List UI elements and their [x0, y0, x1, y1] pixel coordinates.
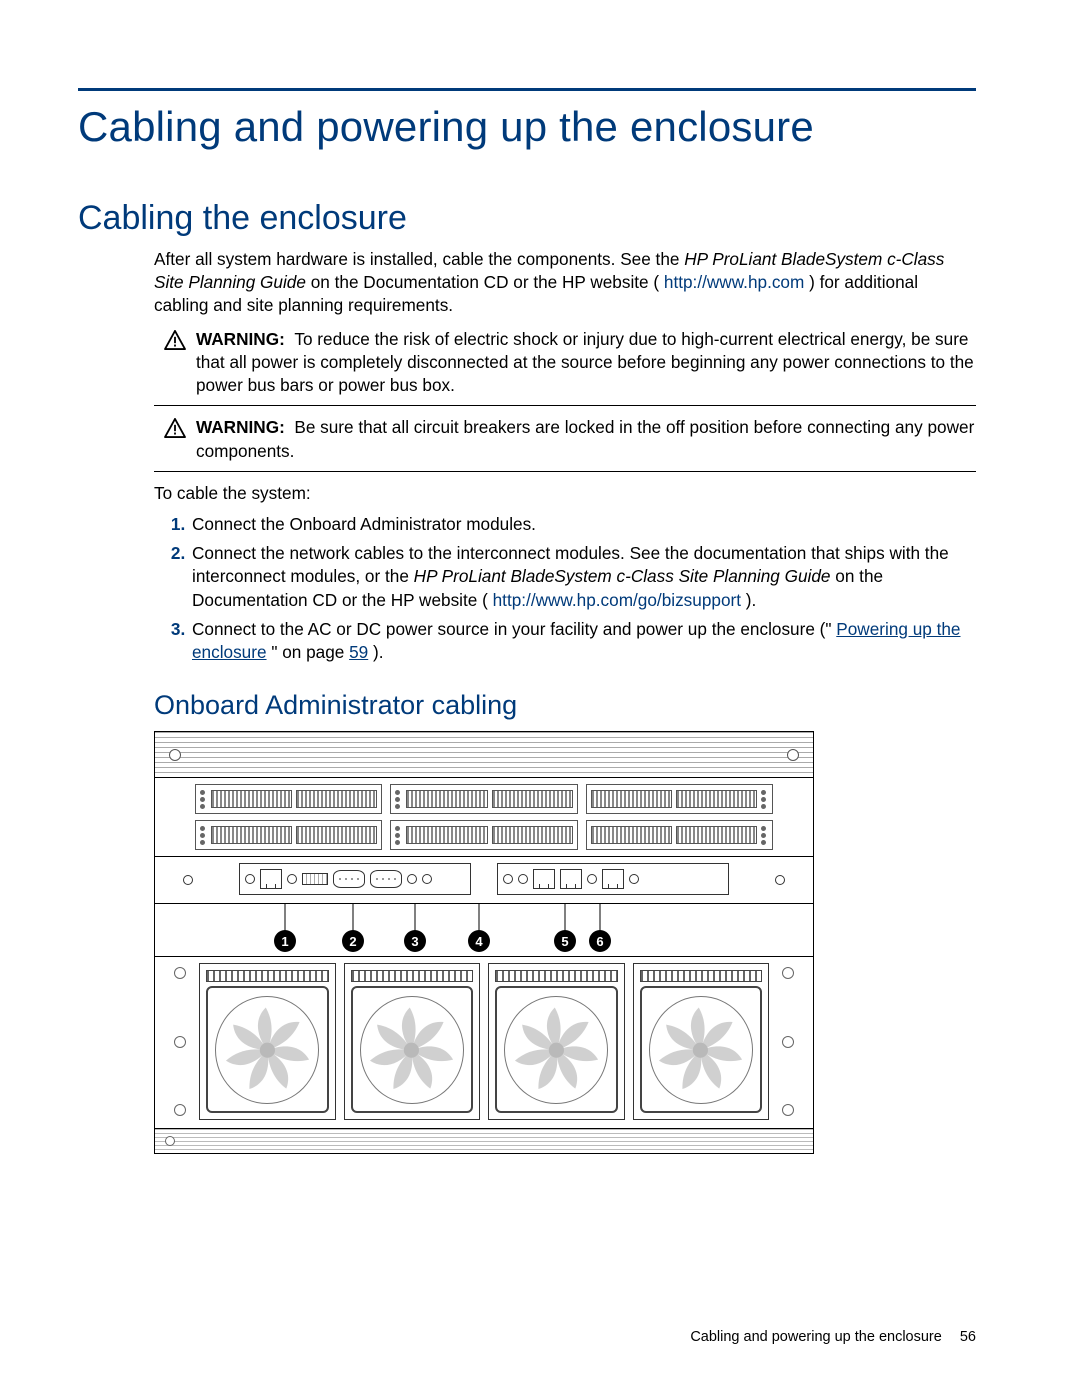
page-footer: Cabling and powering up the enclosure 56: [690, 1329, 976, 1345]
text: ).: [746, 590, 757, 610]
warning-label: WARNING:: [196, 417, 285, 437]
fan-module: [633, 963, 770, 1120]
enclosure-bottom-edge: [155, 1129, 813, 1153]
warning-block: WARNING: Be sure that all circuit breake…: [154, 416, 976, 462]
divider: [154, 405, 976, 406]
text: " on page: [271, 642, 349, 662]
interconnect-module: [195, 820, 382, 850]
warning-block: WARNING: To reduce the risk of electric …: [154, 328, 976, 398]
section-body: After all system hardware is installed, …: [154, 248, 976, 664]
rj45-port: [533, 869, 555, 889]
warning-icon: [154, 416, 196, 438]
text: Connect to the AC or DC power source in …: [192, 619, 832, 639]
mounting-rail: [777, 963, 799, 1120]
footer-title: Cabling and powering up the enclosure: [690, 1329, 942, 1345]
chapter-rule: [78, 88, 976, 91]
interconnect-module: [390, 820, 577, 850]
list-item: Connect the Onboard Administrator module…: [190, 513, 976, 536]
rj45-port: [260, 869, 282, 889]
fan-module: [488, 963, 625, 1120]
mounting-rail: [169, 963, 191, 1120]
warning-text: WARNING: Be sure that all circuit breake…: [196, 416, 976, 462]
oa-module: [497, 863, 729, 895]
text: Connect the Onboard Administrator module…: [192, 514, 536, 534]
text: on the Documentation CD or the HP websit…: [311, 272, 659, 292]
rj45-port: [602, 869, 624, 889]
enclosure-rear-diagram: 1 2 3 4 5 6: [154, 731, 814, 1154]
oa-module-row: [155, 857, 813, 904]
steps-list: Connect the Onboard Administrator module…: [154, 513, 976, 664]
warning-icon: [154, 328, 196, 350]
text: After all system hardware is installed, …: [154, 249, 684, 269]
enclosure-top-edge: [155, 732, 813, 778]
fan-module: [344, 963, 481, 1120]
warning-label: WARNING:: [196, 329, 285, 349]
section-title: Cabling the enclosure: [78, 199, 976, 238]
oa-module: [239, 863, 471, 895]
document-page: Cabling and powering up the enclosure Ca…: [0, 0, 1080, 1397]
doc-title-italic: HP ProLiant BladeSystem c-Class Site Pla…: [414, 566, 831, 586]
interconnect-module: [586, 784, 773, 814]
interconnect-module: [195, 784, 382, 814]
divider: [154, 471, 976, 472]
serial-port: [333, 870, 365, 888]
fan-module: [199, 963, 336, 1120]
page-number: 56: [960, 1329, 976, 1345]
interconnect-module: [390, 784, 577, 814]
text: Be sure that all circuit breakers are lo…: [196, 417, 974, 460]
lead-in-text: To cable the system:: [154, 482, 976, 505]
cross-reference-page[interactable]: 59: [349, 642, 368, 662]
interconnect-module: [586, 820, 773, 850]
intro-paragraph: After all system hardware is installed, …: [154, 248, 976, 318]
subsection-title: Onboard Administrator cabling: [154, 690, 976, 721]
hp-website-link[interactable]: http://www.hp.com: [664, 272, 804, 292]
fan-row: [155, 957, 813, 1129]
warning-text: WARNING: To reduce the risk of electric …: [196, 328, 976, 398]
text: ).: [373, 642, 384, 662]
bizsupport-link[interactable]: http://www.hp.com/go/bizsupport: [493, 590, 741, 610]
interconnect-bays: [155, 778, 813, 857]
callout-area: 1 2 3 4 5 6: [155, 904, 813, 957]
list-item: Connect to the AC or DC power source in …: [190, 618, 976, 664]
text: To reduce the risk of electric shock or …: [196, 329, 974, 395]
diagram-container: 1 2 3 4 5 6: [154, 731, 976, 1154]
vga-port: [370, 870, 402, 888]
usb-port: [302, 873, 328, 885]
chapter-title: Cabling and powering up the enclosure: [78, 103, 976, 151]
list-item: Connect the network cables to the interc…: [190, 542, 976, 612]
rj45-port: [560, 869, 582, 889]
